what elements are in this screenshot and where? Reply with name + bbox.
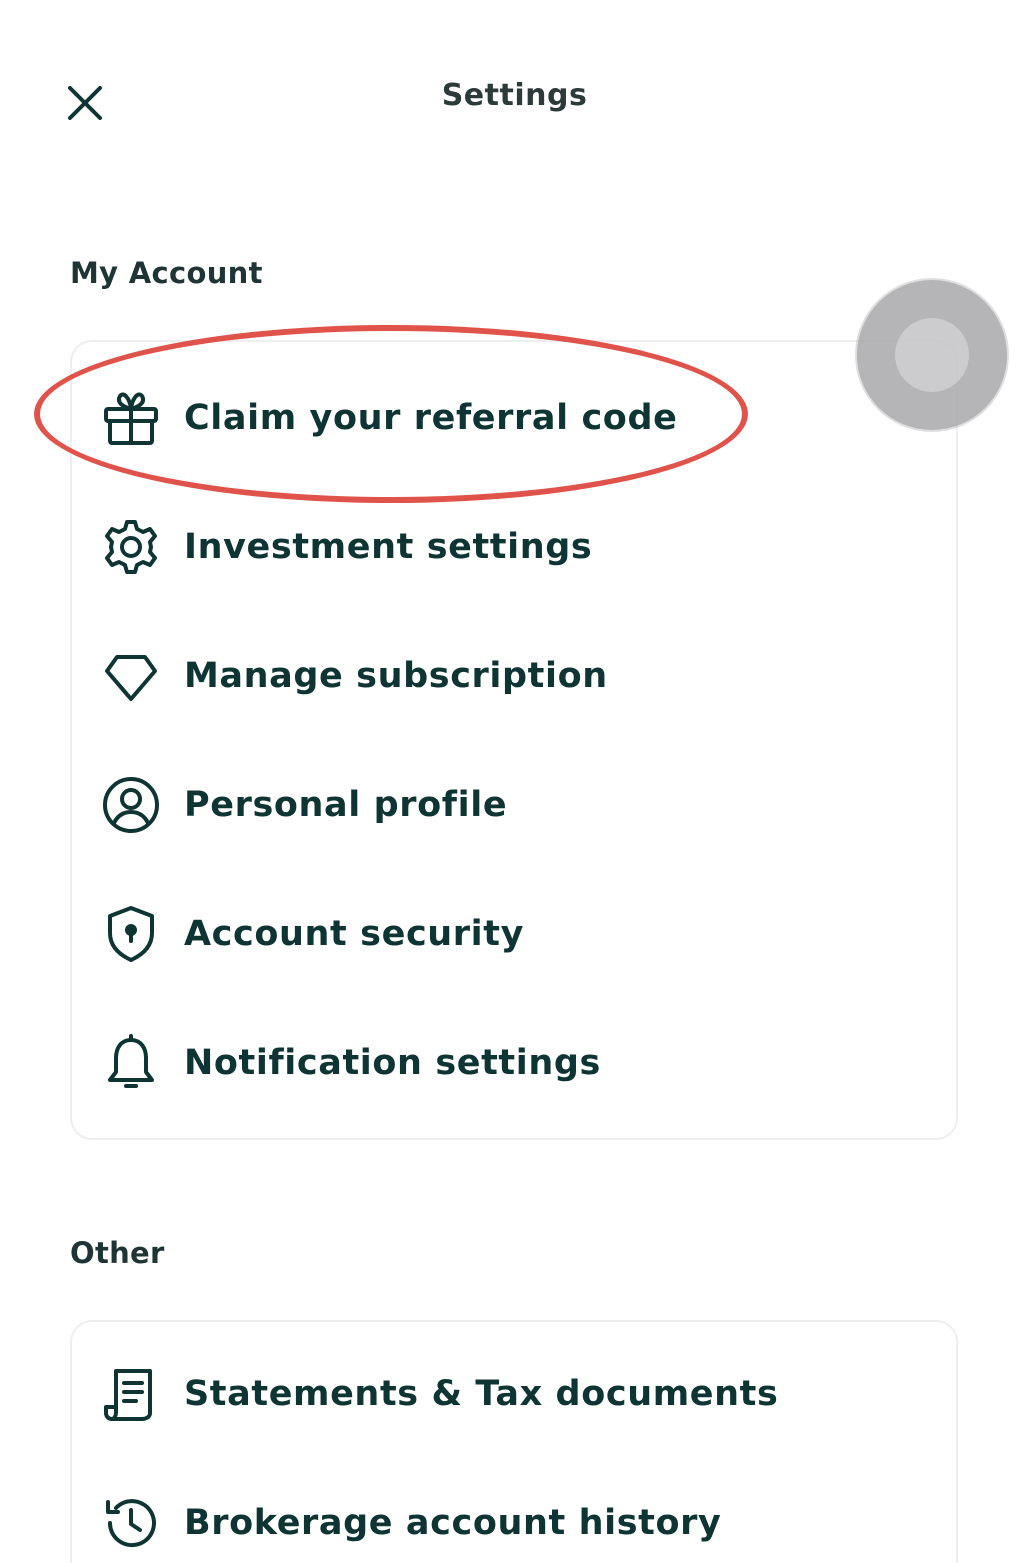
bell-icon — [100, 1032, 162, 1094]
menu-item-personal-profile[interactable]: Personal profile — [100, 755, 936, 855]
settings-screen: Settings My Account Claim your referral … — [0, 0, 1029, 1563]
menu-item-label: Brokerage account history — [184, 1503, 722, 1543]
diamond-icon — [100, 645, 162, 707]
menu-item-label: Account security — [184, 914, 525, 954]
menu-item-notification-settings[interactable]: Notification settings — [100, 1013, 936, 1113]
menu-item-label: Notification settings — [184, 1043, 601, 1083]
menu-item-manage-subscription[interactable]: Manage subscription — [100, 626, 936, 726]
shield-lock-icon — [100, 903, 162, 965]
menu-item-label: Statements & Tax documents — [184, 1374, 779, 1414]
other-card: Statements & Tax documents Brokerage acc… — [70, 1320, 958, 1563]
menu-item-brokerage-history[interactable]: Brokerage account history — [100, 1473, 936, 1563]
section-title-my-account: My Account — [70, 256, 263, 290]
section-title-other: Other — [70, 1236, 165, 1270]
menu-item-label: Personal profile — [184, 785, 508, 825]
document-icon — [100, 1363, 162, 1425]
gear-icon — [100, 516, 162, 578]
menu-item-investment-settings[interactable]: Investment settings — [100, 497, 936, 597]
highlight-annotation — [34, 325, 748, 503]
menu-item-label: Investment settings — [184, 527, 593, 567]
menu-item-statements-tax[interactable]: Statements & Tax documents — [100, 1344, 936, 1444]
user-circle-icon — [100, 774, 162, 836]
page-title: Settings — [441, 78, 588, 113]
menu-item-account-security[interactable]: Account security — [100, 884, 936, 984]
touch-indicator — [857, 280, 1007, 430]
history-icon — [100, 1492, 162, 1554]
header: Settings — [0, 60, 1029, 140]
menu-item-label: Manage subscription — [184, 656, 608, 696]
